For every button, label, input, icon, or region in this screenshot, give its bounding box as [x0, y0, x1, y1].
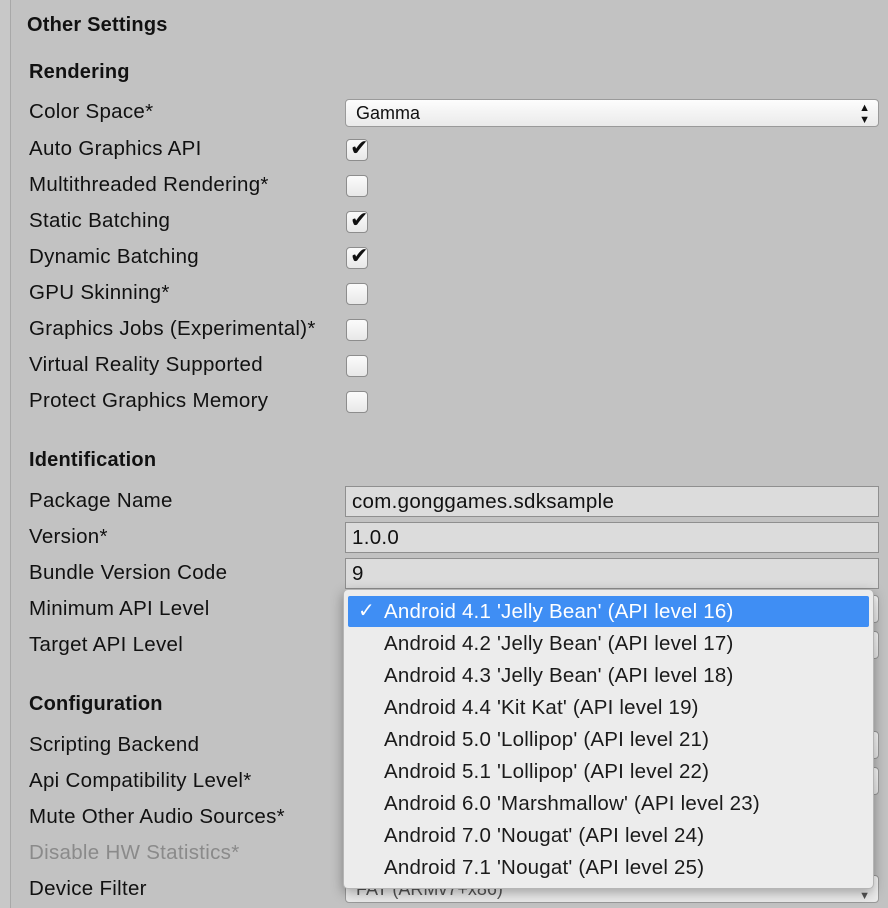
mute-other-audio-sources-label: Mute Other Audio Sources* — [29, 805, 285, 828]
api-level-option-label: Android 4.3 'Jelly Bean' (API level 18) — [384, 664, 734, 687]
rendering-option-label: Auto Graphics API — [29, 137, 202, 160]
target-api-level-label: Target API Level — [29, 633, 184, 656]
rendering-section-title: Rendering — [29, 61, 130, 83]
rendering-option-checkbox[interactable]: ✔ — [346, 243, 369, 269]
api-level-option-label: Android 4.4 'Kit Kat' (API level 19) — [384, 696, 699, 719]
disable-hw-statistics-label: Disable HW Statistics* — [29, 841, 240, 864]
api-level-option[interactable]: Android 7.1 'Nougat' (API level 25) — [348, 852, 869, 883]
rendering-option-label: Multithreaded Rendering* — [29, 173, 269, 196]
api-compatibility-level-label: Api Compatibility Level* — [29, 769, 252, 792]
api-level-option[interactable]: ✓ Android 4.1 'Jelly Bean' (API level 16) — [348, 596, 869, 627]
rendering-option-label: Dynamic Batching — [29, 245, 200, 268]
rendering-option-checkbox[interactable] — [346, 391, 368, 413]
rendering-option-checkbox[interactable] — [346, 355, 368, 377]
package-name-field[interactable]: com.gonggames.sdksample — [345, 486, 879, 517]
api-level-option[interactable]: Android 4.4 'Kit Kat' (API level 19) — [348, 692, 869, 723]
package-name-label: Package Name — [29, 489, 173, 512]
api-level-option-label: Android 5.0 'Lollipop' (API level 21) — [384, 728, 710, 751]
rendering-option-label: Virtual Reality Supported — [29, 353, 263, 376]
api-level-option-label: Android 5.1 'Lollipop' (API level 22) — [384, 760, 710, 783]
api-level-option-label: Android 7.1 'Nougat' (API level 25) — [384, 856, 705, 879]
rendering-option-label: Static Batching — [29, 209, 171, 232]
api-level-option[interactable]: Android 4.2 'Jelly Bean' (API level 17) — [348, 628, 869, 659]
version-field[interactable]: 1.0.0 — [345, 522, 879, 553]
bundle-version-code-label: Bundle Version Code — [29, 561, 228, 584]
device-filter-label: Device Filter — [29, 877, 147, 900]
color-space-label: Color Space* — [29, 100, 154, 123]
minimum-api-level-menu: ✓ Android 4.1 'Jelly Bean' (API level 16)… — [343, 589, 874, 889]
api-level-option[interactable]: Android 7.0 'Nougat' (API level 24) — [348, 820, 869, 851]
api-level-option[interactable]: Android 4.3 'Jelly Bean' (API level 18) — [348, 660, 869, 691]
rendering-option-label: GPU Skinning* — [29, 281, 170, 304]
rendering-option-checkbox[interactable] — [346, 319, 368, 341]
api-level-option-label: Android 7.0 'Nougat' (API level 24) — [384, 824, 705, 847]
rendering-option-label: Graphics Jobs (Experimental)* — [29, 317, 316, 340]
checkmark-icon: ✔ — [350, 135, 369, 160]
configuration-section-title: Configuration — [29, 693, 163, 715]
updown-chevron-icon: ▲▼ — [859, 102, 870, 126]
bundle-version-code-field[interactable]: 9 — [345, 558, 879, 589]
checkmark-icon: ✓ — [358, 600, 375, 622]
version-label: Version* — [29, 525, 108, 548]
checkmark-icon: ✔ — [350, 207, 369, 232]
minimum-api-level-label: Minimum API Level — [29, 597, 210, 620]
color-space-dropdown[interactable]: Gamma ▲ ▼ — [345, 99, 879, 127]
color-space-value: Gamma — [356, 103, 421, 123]
api-level-option-label: Android 6.0 'Marshmallow' (API level 23) — [384, 792, 760, 815]
api-level-option[interactable]: Android 6.0 'Marshmallow' (API level 23) — [348, 788, 869, 819]
rendering-option-checkbox[interactable]: ✔ — [346, 207, 369, 233]
api-level-option-label: Android 4.2 'Jelly Bean' (API level 17) — [384, 632, 734, 655]
scripting-backend-label: Scripting Backend — [29, 733, 200, 756]
rendering-option-checkbox[interactable]: ✔ — [346, 135, 369, 161]
api-level-option-label: Android 4.1 'Jelly Bean' (API level 16) — [384, 600, 734, 623]
rendering-option-label: Protect Graphics Memory — [29, 389, 269, 412]
rendering-option-checkbox[interactable] — [346, 283, 368, 305]
panel-title: Other Settings — [27, 14, 168, 36]
api-level-option[interactable]: Android 5.0 'Lollipop' (API level 21) — [348, 724, 869, 755]
rendering-option-checkbox[interactable] — [346, 175, 368, 197]
checkmark-icon: ✔ — [350, 243, 369, 268]
identification-section-title: Identification — [29, 449, 157, 471]
api-level-option[interactable]: Android 5.1 'Lollipop' (API level 22) — [348, 756, 869, 787]
